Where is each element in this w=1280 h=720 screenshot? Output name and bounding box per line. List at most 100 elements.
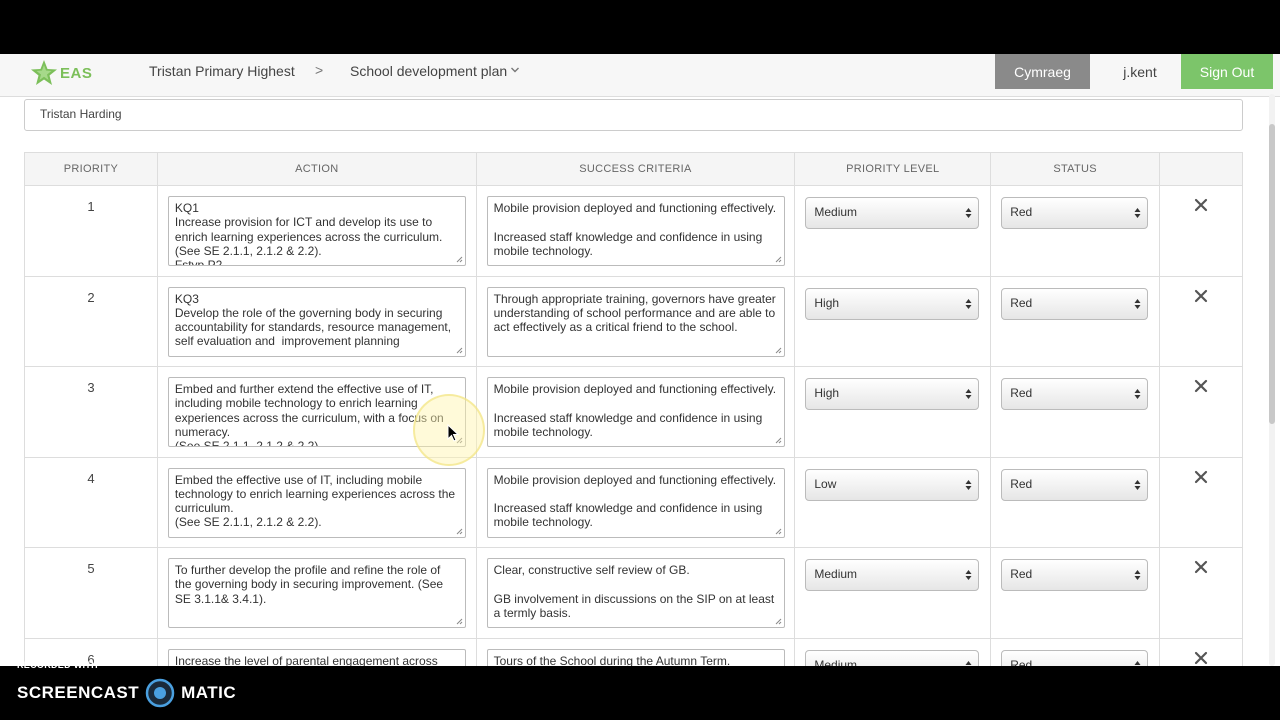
video-top-letterbox [0, 0, 1280, 54]
column-header-action: ACTION [157, 153, 477, 186]
eas-star-logo-icon [31, 60, 57, 85]
resize-grip-icon[interactable] [775, 437, 782, 444]
status-select[interactable]: Red [1001, 287, 1149, 320]
recorded-with-label: RECORDED WITH [17, 660, 98, 670]
action-textarea[interactable]: KQ1 Increase provision for ICT and devel… [167, 196, 466, 266]
table-row: 4 Embed the effective use of IT, includi… [25, 457, 1243, 548]
screencast-record-icon [145, 678, 175, 708]
priority-level-value: Medium [814, 567, 858, 581]
select-arrows-icon [1134, 389, 1141, 399]
select-arrows-icon [1134, 298, 1141, 309]
column-header-success-criteria: SUCCESS CRITERIA [476, 153, 796, 186]
column-header-status: STATUS [991, 153, 1161, 186]
status-select[interactable]: Red [1001, 378, 1149, 410]
action-textarea[interactable]: Increase the level of parental engagemen… [167, 648, 466, 666]
action-textarea[interactable]: Embed the effective use of IT, including… [167, 467, 466, 538]
priority-level-select[interactable]: Low [805, 468, 980, 501]
breadcrumb-school[interactable]: Tristan Primary Highest [149, 63, 295, 79]
success-criteria-textarea[interactable]: Through appropriate training, governors … [486, 286, 785, 357]
resize-grip-icon[interactable] [456, 528, 463, 535]
select-arrows-icon [965, 479, 972, 490]
table-row: 6 Increase the level of parental engagem… [25, 638, 1243, 667]
status-value: Red [1010, 205, 1033, 219]
resize-grip-icon[interactable] [775, 256, 782, 263]
status-value: Red [1010, 476, 1033, 491]
priority-level-select[interactable]: Medium [805, 197, 980, 229]
success-criteria-textarea[interactable]: Mobile provision deployed and functionin… [486, 377, 785, 447]
sign-out-button[interactable]: Sign Out [1181, 54, 1273, 89]
brand-left: SCREENCAST [17, 683, 140, 702]
resize-grip-icon[interactable] [456, 618, 463, 625]
close-icon[interactable] [1194, 198, 1208, 212]
priority-table: PRIORITY ACTION SUCCESS CRITERIA PRIORIT… [24, 152, 1243, 666]
breadcrumb-plan[interactable]: School development plan [350, 63, 507, 79]
column-header-actions [1160, 153, 1243, 186]
select-arrows-icon [965, 389, 972, 399]
close-icon[interactable] [1194, 651, 1208, 665]
select-arrows-icon [1134, 570, 1141, 580]
priority-level-select[interactable]: Medium [805, 649, 980, 667]
column-header-priority-level: PRIORITY LEVEL [795, 153, 992, 186]
table-row: 3 Embed and further extend the effective… [25, 367, 1243, 458]
table-row: 1 KQ1 Increase provision for ICT and dev… [25, 186, 1243, 277]
brand-right: MATIC [181, 683, 237, 702]
success-criteria-textarea[interactable]: Clear, constructive self review of GB. G… [486, 558, 785, 628]
priority-number: 5 [87, 561, 95, 576]
status-value: Red [1010, 567, 1033, 581]
select-arrows-icon [1134, 208, 1141, 218]
resize-grip-icon[interactable] [456, 256, 463, 263]
mouse-cursor-icon [447, 424, 459, 442]
success-criteria-textarea[interactable]: Mobile provision deployed and functionin… [486, 196, 785, 266]
eas-logo[interactable]: EAS [30, 58, 92, 88]
action-textarea[interactable]: To further develop the profile and refin… [167, 558, 466, 628]
column-header-priority: PRIORITY [25, 153, 158, 186]
priority-level-select[interactable]: High [805, 378, 980, 410]
priority-number: 2 [87, 289, 95, 305]
status-select[interactable]: Red [1001, 649, 1149, 667]
select-arrows-icon [965, 208, 972, 218]
status-value: Red [1010, 295, 1033, 310]
priority-level-value: Medium [814, 205, 858, 219]
screencast-o-matic-logo: SCREENCAST MATIC [17, 678, 236, 708]
select-arrows-icon [1134, 479, 1141, 490]
status-select[interactable]: Red [1001, 559, 1149, 591]
status-value: Red [1010, 657, 1033, 667]
priority-number: 4 [87, 470, 95, 486]
table-row: 2 KQ3 Develop the role of the governing … [25, 276, 1243, 367]
chevron-down-icon[interactable] [510, 65, 520, 75]
close-icon[interactable] [1194, 470, 1208, 484]
success-criteria-textarea[interactable]: Tours of the School during the Autumn Te… [486, 648, 785, 666]
success-criteria-textarea[interactable]: Mobile provision deployed and functionin… [486, 467, 785, 538]
priority-level-value: Medium [814, 657, 858, 667]
name-input[interactable]: Tristan Harding [24, 99, 1243, 131]
select-arrows-icon [965, 298, 972, 309]
priority-level-select[interactable]: Medium [805, 559, 980, 591]
app-window: EAS Tristan Primary Highest > School dev… [0, 54, 1280, 666]
breadcrumb-separator: > [315, 62, 324, 78]
close-icon[interactable] [1194, 289, 1208, 303]
page-scrollbar[interactable] [1266, 94, 1278, 666]
resize-grip-icon[interactable] [775, 528, 782, 535]
close-icon[interactable] [1194, 560, 1208, 574]
status-value: Red [1010, 386, 1033, 400]
priority-level-select[interactable]: High [805, 287, 980, 320]
language-button[interactable]: Cymraeg [995, 54, 1090, 89]
select-arrows-icon [965, 570, 972, 580]
priority-level-value: Low [814, 476, 837, 491]
resize-grip-icon[interactable] [775, 618, 782, 625]
status-select[interactable]: Red [1001, 197, 1149, 229]
priority-level-value: High [814, 295, 840, 310]
status-select[interactable]: Red [1001, 468, 1149, 501]
app-header: EAS Tristan Primary Highest > School dev… [0, 54, 1280, 97]
resize-grip-icon[interactable] [456, 347, 463, 354]
logo-text: EAS [60, 64, 93, 82]
resize-grip-icon[interactable] [775, 347, 782, 354]
username[interactable]: j.kent [1106, 54, 1174, 89]
close-icon[interactable] [1194, 379, 1208, 393]
priority-number: 1 [87, 199, 95, 214]
priority-level-value: High [814, 386, 840, 400]
table-row: 5 To further develop the profile and ref… [25, 548, 1243, 639]
action-textarea[interactable]: KQ3 Develop the role of the governing bo… [167, 286, 466, 357]
table-header: PRIORITY ACTION SUCCESS CRITERIA PRIORIT… [25, 153, 1243, 186]
priority-number: 3 [87, 380, 95, 395]
